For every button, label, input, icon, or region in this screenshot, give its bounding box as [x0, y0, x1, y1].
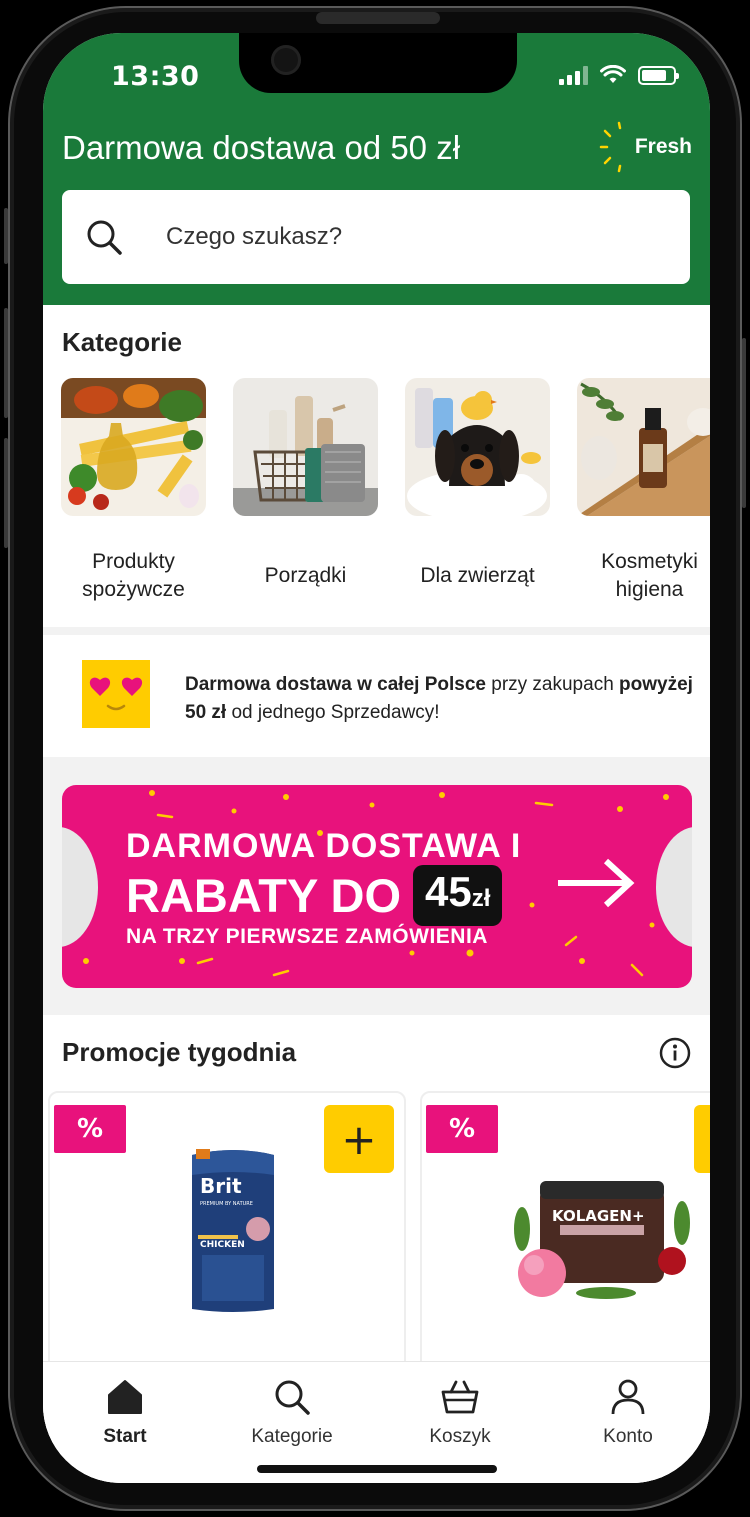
- product-image: Brit PREMIUM BY NATURE CHICKEN: [192, 1149, 274, 1312]
- add-to-cart-button[interactable]: [694, 1105, 710, 1173]
- status-icons: [559, 65, 679, 85]
- category-label: Kosmetyki higiena: [601, 550, 698, 601]
- product-flavor: CHICKEN: [200, 1240, 245, 1250]
- product-card[interactable]: % KOLAGEN+: [420, 1091, 710, 1391]
- status-time: 13:30: [111, 61, 200, 92]
- category-label: Produkty spożywcze: [82, 550, 185, 601]
- info-text-1: przy zakupach: [485, 674, 620, 695]
- banner-discount-text: RABATY DO: [126, 869, 402, 922]
- discount-badge: %: [426, 1105, 498, 1153]
- discount-banner[interactable]: DARMOWA DOSTAWA I RABATY DO 45zł NA TRZY…: [62, 785, 692, 988]
- arrow-right-icon: [558, 858, 635, 908]
- product-image: KOLAGEN+: [514, 1181, 690, 1299]
- add-to-cart-button[interactable]: +: [324, 1105, 394, 1173]
- free-delivery-info: Darmowa dostawa w całej Polsce przy zaku…: [43, 635, 710, 757]
- notch: [239, 33, 517, 93]
- category-cleaning[interactable]: Porządki: [233, 378, 378, 606]
- fresh-logo: Fresh: [599, 121, 692, 173]
- category-cosmetics[interactable]: Kosmetyki higiena: [577, 378, 710, 606]
- banner-amount: 45: [425, 868, 472, 915]
- volume-up-button: [4, 308, 8, 418]
- category-label: Porządki: [264, 564, 347, 587]
- banner-subline: NA TRZY PIERWSZE ZAMÓWIENIA: [126, 925, 488, 948]
- home-indicator[interactable]: [257, 1465, 497, 1473]
- speaker-grille: [316, 12, 440, 24]
- banner-amount-badge: 45zł: [413, 865, 503, 926]
- battery-icon: [638, 65, 679, 85]
- product-tagline: PREMIUM BY NATURE: [200, 1201, 253, 1207]
- info-icon[interactable]: [659, 1037, 691, 1069]
- category-label: Dla zwierząt: [420, 564, 535, 587]
- home-icon: [108, 1380, 142, 1414]
- info-text-2: od jednego Sprzedawcy!: [226, 702, 440, 723]
- search-icon: [87, 220, 122, 255]
- banner-headline: DARMOWA DOSTAWA I: [126, 827, 522, 865]
- tab-account[interactable]: Konto: [548, 1378, 708, 1448]
- pets-category-image: [405, 378, 550, 516]
- cleaning-category-image: [233, 378, 378, 516]
- tab-label: Konto: [603, 1426, 653, 1447]
- promotions-title: Promocje tygodnia: [62, 1037, 297, 1067]
- product-brand: KOLAGEN+: [552, 1207, 645, 1225]
- mute-switch: [4, 208, 8, 264]
- categories-title: Kategorie: [62, 327, 182, 357]
- free-delivery-text: Darmowa dostawa w całej Polsce przy zaku…: [185, 671, 695, 727]
- category-pets[interactable]: Dla zwierząt: [405, 378, 550, 606]
- banner-discount-line: RABATY DO 45zł: [126, 865, 503, 926]
- wifi-icon: [600, 65, 626, 83]
- search-icon: [275, 1380, 310, 1415]
- signal-icon: [559, 65, 588, 85]
- front-camera: [271, 45, 301, 75]
- basket-icon: [441, 1380, 479, 1414]
- product-brand: Brit: [200, 1174, 242, 1198]
- app-screen: 13:30 Darmowa dostawa od 50 zł Fresh Cze…: [43, 33, 710, 1483]
- tab-label: Kategorie: [251, 1426, 333, 1447]
- cosmetics-category-image: [577, 378, 710, 516]
- heart-eyes-emoji-icon: [82, 660, 150, 728]
- tab-categories[interactable]: Kategorie: [212, 1378, 372, 1448]
- power-button: [742, 338, 746, 508]
- user-icon: [611, 1379, 645, 1415]
- discount-badge: %: [54, 1105, 126, 1153]
- tab-label: Koszyk: [429, 1426, 491, 1447]
- tab-label: Start: [103, 1426, 147, 1447]
- volume-down-button: [4, 438, 8, 548]
- sun-icon: [599, 121, 623, 173]
- tab-cart[interactable]: Koszyk: [380, 1378, 540, 1448]
- banner-currency: zł: [471, 885, 491, 912]
- categories-section: Kategorie Produkty spożywcze Porządki Dl…: [43, 305, 710, 627]
- search-bar[interactable]: Czego szukasz?: [62, 190, 690, 284]
- logo-text: Fresh: [634, 135, 692, 158]
- categories-list: Produkty spożywcze Porządki Dla zwierząt…: [61, 378, 710, 606]
- food-category-image: [61, 378, 206, 516]
- search-input[interactable]: Czego szukasz?: [166, 223, 342, 251]
- info-bold-1: Darmowa dostawa w całej Polsce: [185, 674, 486, 695]
- tab-start[interactable]: Start: [45, 1378, 205, 1448]
- delivery-promo-title: Darmowa dostawa od 50 zł: [62, 129, 461, 166]
- category-food[interactable]: Produkty spożywcze: [61, 378, 206, 606]
- product-card[interactable]: % + Brit PREMIUM BY NATURE CHICKEN: [48, 1091, 406, 1391]
